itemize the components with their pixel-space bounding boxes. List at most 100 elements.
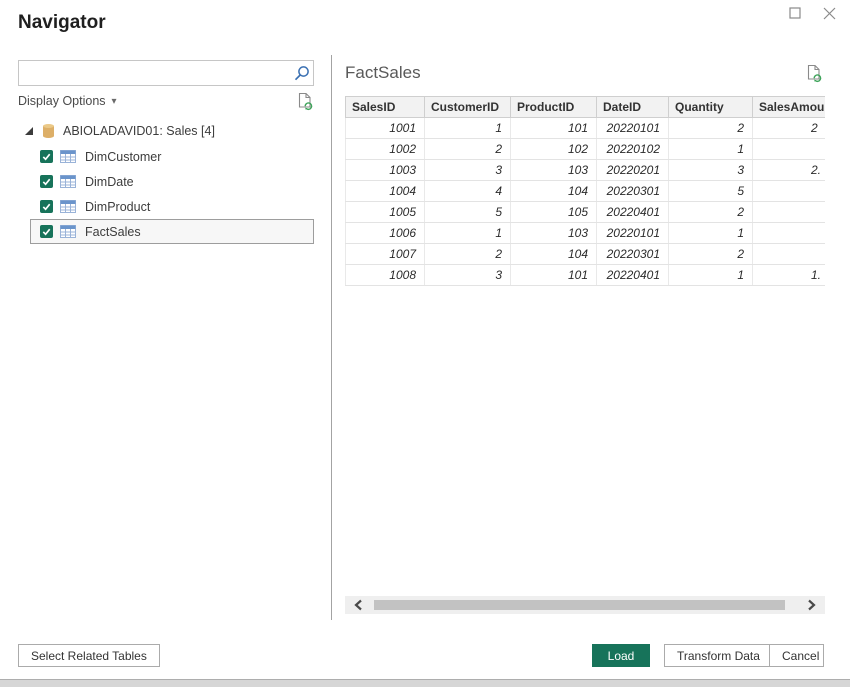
table-icon	[60, 200, 76, 213]
table-icon	[60, 150, 76, 163]
load-button[interactable]: Load	[592, 644, 650, 667]
cell	[752, 138, 825, 160]
cell: 105	[510, 201, 597, 223]
cell: 1	[668, 222, 753, 244]
select-related-tables-button[interactable]: Select Related Tables	[18, 644, 160, 667]
cell: 103	[510, 159, 597, 181]
table-row: 1005 5 105 20220401 2	[345, 201, 825, 223]
restore-icon[interactable]	[778, 0, 812, 26]
table-row: 1001 1 101 20220101 2 2	[345, 117, 825, 139]
table-row: 1007 2 104 20220301 2	[345, 243, 825, 265]
cell: 2	[668, 201, 753, 223]
cell: 1002	[345, 138, 425, 160]
cell: 1	[424, 222, 511, 244]
navigator-dialog: Navigator Display Options ▾ ABIOLADAVID0…	[0, 0, 850, 687]
cell: 2.	[752, 159, 825, 181]
cell	[752, 243, 825, 265]
table-header-row: SalesID CustomerID ProductID DateID Quan…	[345, 96, 825, 118]
column-header: DateID	[596, 96, 669, 118]
cell: 20220102	[596, 138, 669, 160]
cell: 101	[510, 117, 597, 139]
search-icon[interactable]	[289, 65, 313, 82]
cell: 20220401	[596, 264, 669, 286]
expand-triangle-icon[interactable]	[24, 126, 34, 136]
horizontal-scrollbar[interactable]	[345, 596, 825, 614]
scroll-right-icon[interactable]	[801, 596, 823, 614]
checkbox-checked-icon[interactable]	[40, 175, 53, 188]
refresh-preview-icon[interactable]	[806, 64, 823, 83]
cell: 3	[424, 159, 511, 181]
cell: 2	[424, 138, 511, 160]
cell: 1005	[345, 201, 425, 223]
preview-table: SalesID CustomerID ProductID DateID Quan…	[345, 96, 825, 286]
checkbox-checked-icon[interactable]	[40, 225, 53, 238]
cell: 1	[424, 117, 511, 139]
display-options-label[interactable]: Display Options	[18, 94, 106, 108]
tree-root-label: ABIOLADAVID01: Sales [4]	[63, 124, 215, 138]
tree-item-label: DimProduct	[85, 199, 151, 214]
database-icon	[42, 123, 55, 139]
dialog-title: Navigator	[18, 12, 106, 33]
cell: 1003	[345, 159, 425, 181]
column-header: Quantity	[668, 96, 753, 118]
tree-item-dimdate[interactable]: DimDate	[30, 169, 314, 194]
close-icon[interactable]	[812, 0, 846, 26]
preview-title: FactSales	[345, 63, 421, 82]
cell: 1004	[345, 180, 425, 202]
cell: 20220301	[596, 243, 669, 265]
cell: 4	[424, 180, 511, 202]
search-input[interactable]	[19, 61, 289, 85]
cell: 5	[424, 201, 511, 223]
cell: 1007	[345, 243, 425, 265]
scrollbar-thumb[interactable]	[374, 600, 785, 610]
column-header: SalesAmount	[752, 96, 825, 118]
cell: 104	[510, 243, 597, 265]
tree-item-label: FactSales	[85, 224, 141, 239]
scroll-left-icon[interactable]	[347, 596, 369, 614]
cell	[752, 222, 825, 244]
cell: 1	[668, 138, 753, 160]
checkbox-checked-icon[interactable]	[40, 200, 53, 213]
cell: 1008	[345, 264, 425, 286]
cell: 2	[668, 117, 753, 139]
column-header: SalesID	[345, 96, 425, 118]
cell: 103	[510, 222, 597, 244]
cell: 2	[424, 243, 511, 265]
column-header: CustomerID	[424, 96, 511, 118]
tree-item-dimproduct[interactable]: DimProduct	[30, 194, 314, 219]
tree-item-label: DimDate	[85, 174, 134, 189]
table-row: 1003 3 103 20220201 3 2.	[345, 159, 825, 181]
cell: 1006	[345, 222, 425, 244]
cancel-button[interactable]: Cancel	[769, 644, 824, 667]
cell: 102	[510, 138, 597, 160]
cell: 20220101	[596, 117, 669, 139]
transform-data-button[interactable]: Transform Data	[664, 644, 773, 667]
checkbox-checked-icon[interactable]	[40, 150, 53, 163]
navigation-tree: ABIOLADAVID01: Sales [4] DimCustomer Dim…	[18, 118, 314, 244]
cell: 1.	[752, 264, 825, 286]
table-icon	[60, 225, 76, 238]
search-box	[18, 60, 314, 86]
cell	[752, 201, 825, 223]
tree-item-dimcustomer[interactable]: DimCustomer	[30, 144, 314, 169]
cell: 5	[668, 180, 753, 202]
cell: 104	[510, 180, 597, 202]
window-controls	[778, 0, 846, 26]
tree-root-database[interactable]: ABIOLADAVID01: Sales [4]	[18, 118, 314, 144]
display-options-row: Display Options ▾	[18, 92, 314, 110]
tree-item-factsales[interactable]: FactSales	[30, 219, 314, 244]
cell: 2	[752, 117, 825, 139]
table-row: 1006 1 103 20220101 1	[345, 222, 825, 244]
cell: 1001	[345, 117, 425, 139]
dialog-bottom-edge	[0, 679, 850, 687]
panel-divider	[331, 55, 332, 620]
tree-item-label: DimCustomer	[85, 149, 162, 164]
cell: 20220301	[596, 180, 669, 202]
chevron-down-icon[interactable]: ▾	[112, 96, 117, 107]
cell: 20220201	[596, 159, 669, 181]
cell: 20220101	[596, 222, 669, 244]
cell	[752, 180, 825, 202]
cell: 20220401	[596, 201, 669, 223]
refresh-list-icon[interactable]	[297, 92, 314, 111]
column-header: ProductID	[510, 96, 597, 118]
